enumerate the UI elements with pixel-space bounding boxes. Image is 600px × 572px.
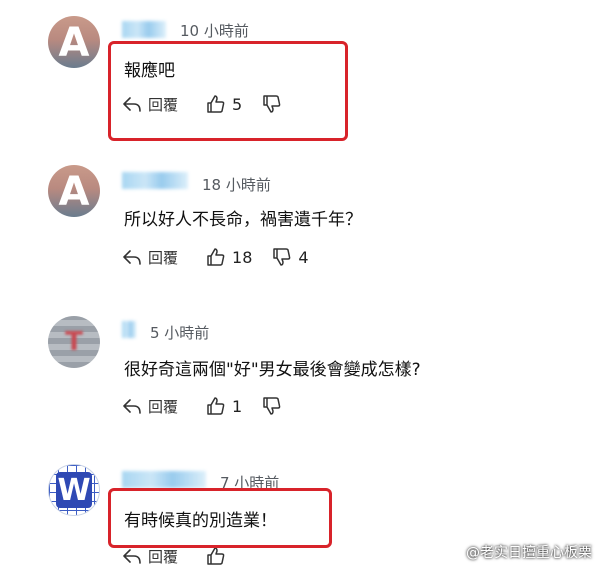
reply-icon[interactable] xyxy=(122,248,142,266)
comment-time: 18 小時前 xyxy=(202,176,271,194)
comment-text: 報應吧 xyxy=(124,61,175,81)
like-count: 1 xyxy=(232,396,243,416)
avatar[interactable]: T xyxy=(48,316,100,368)
username-blurred[interactable] xyxy=(122,471,206,488)
like-count: 18 xyxy=(232,247,253,267)
reply-icon[interactable] xyxy=(122,547,142,565)
comment-text: 所以好人不長命，禍害遺千年？ xyxy=(124,210,362,230)
comment-item: T 5 小時前 很好奇這兩個"好"男女最後會變成怎樣? 回覆 1 xyxy=(0,300,600,450)
thumbs-up-icon[interactable] xyxy=(206,396,226,416)
comment-actions: 回覆 xyxy=(122,544,226,568)
comment-time: 10 小時前 xyxy=(180,22,249,40)
username-blurred[interactable] xyxy=(122,321,136,338)
comment-text: 有時候真的別造業！ xyxy=(124,511,277,531)
watermark: @老实日擅重心板栗 xyxy=(466,545,592,561)
reply-button[interactable]: 回覆 xyxy=(148,396,178,417)
comment-actions: 回覆 18 4 xyxy=(122,245,309,269)
username-blurred[interactable] xyxy=(122,172,188,189)
comment-item: A 18 小時前 所以好人不長命，禍害遺千年？ 回覆 18 4 xyxy=(0,150,600,300)
reply-button[interactable]: 回覆 xyxy=(148,247,178,268)
comment-item: A 10 小時前 報應吧 回覆 5 xyxy=(0,0,600,150)
username-blurred[interactable] xyxy=(122,21,166,38)
thumbs-up-icon[interactable] xyxy=(206,94,226,114)
dislike-count: 4 xyxy=(298,247,309,267)
thumbs-down-icon[interactable] xyxy=(272,247,292,267)
avatar[interactable]: A xyxy=(48,16,100,68)
reply-icon[interactable] xyxy=(122,397,142,415)
like-count: 5 xyxy=(232,94,243,114)
comment-text: 很好奇這兩個"好"男女最後會變成怎樣? xyxy=(124,360,421,380)
comment-time: 7 小時前 xyxy=(220,474,280,492)
thumbs-up-icon[interactable] xyxy=(206,247,226,267)
reply-button[interactable]: 回覆 xyxy=(148,94,178,115)
reply-icon[interactable] xyxy=(122,95,142,113)
comment-time: 5 小時前 xyxy=(150,324,210,342)
reply-button[interactable]: 回覆 xyxy=(148,546,178,567)
thumbs-up-icon[interactable] xyxy=(206,546,226,566)
comment-actions: 回覆 5 xyxy=(122,92,288,116)
thumbs-down-icon[interactable] xyxy=(262,94,282,114)
avatar-letter: W xyxy=(56,472,92,508)
avatar-letter: A xyxy=(58,20,90,66)
avatar-letter: A xyxy=(58,169,90,215)
thumbs-down-icon[interactable] xyxy=(262,396,282,416)
avatar-letter: T xyxy=(65,327,83,357)
avatar[interactable]: W xyxy=(48,464,100,516)
avatar[interactable]: A xyxy=(48,165,100,217)
comment-actions: 回覆 1 xyxy=(122,394,288,418)
